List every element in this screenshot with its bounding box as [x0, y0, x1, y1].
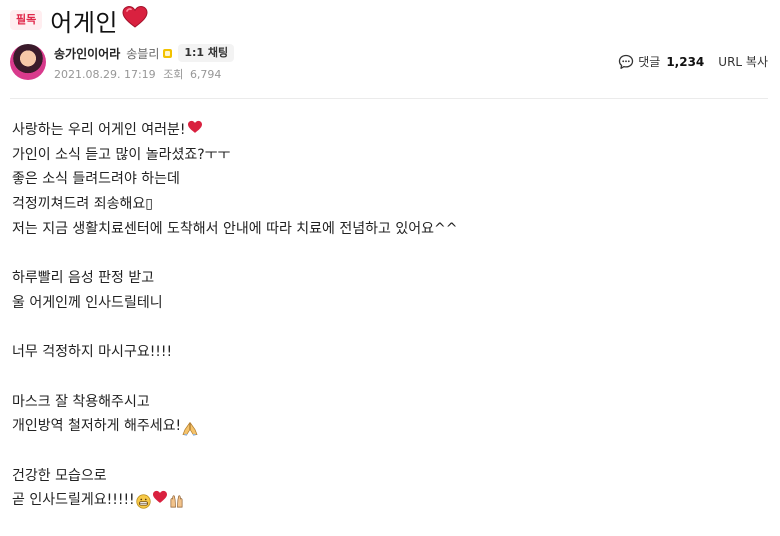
must-read-badge: 필독	[10, 10, 43, 30]
body-text: 하루빨리 음성 판정 받고	[12, 270, 155, 287]
body-line: 개인방역 철저하게 해주세요!	[12, 414, 752, 439]
url-copy-button[interactable]: URL 복사	[718, 53, 768, 70]
body-text: 좋은 소식 들려드려야 하는데	[12, 171, 180, 188]
body-text: 마스크 잘 착용해주시고	[12, 393, 150, 410]
author-name[interactable]: 송가인이어라	[54, 45, 120, 62]
avatar[interactable]	[10, 44, 46, 80]
raising-hands-icon	[169, 493, 184, 508]
post-title: 어게인	[50, 8, 118, 37]
body-line: 곧 인사드릴게요!!!!!	[12, 488, 752, 513]
author-grade: 송블리	[126, 46, 160, 61]
body-line: 하루빨리 음성 판정 받고	[12, 266, 752, 291]
body-line: 가인이 소식 듣고 많이 놀라셨죠?ㅜㅜ	[12, 143, 752, 168]
body-line: 울 어게인께 인사드릴테니	[12, 291, 752, 316]
post-meta: 2021.08.29. 17:19 조회 6,794	[54, 66, 234, 81]
body-text: 너무 걱정하지 마시구요!!!!	[12, 344, 173, 361]
author-line: 송가인이어라 송블리 1:1 채팅	[54, 43, 235, 63]
heart-icon	[187, 118, 203, 143]
grade-icon	[163, 48, 173, 58]
views-count: 6,794	[189, 68, 222, 81]
body-text: 건강한 모습으로	[12, 467, 107, 484]
chat-button[interactable]: 1:1 채팅	[178, 44, 235, 62]
body-text: 가인이 소식 듣고 많이 놀라셨죠?ㅜㅜ	[12, 146, 231, 163]
comment-count[interactable]: 1,234	[666, 55, 704, 69]
post-actions: 댓글 1,234 URL 복사	[618, 53, 768, 70]
body-line: 좋은 소식 들려드려야 하는데	[12, 167, 752, 192]
comment-icon[interactable]	[618, 54, 634, 70]
body-text: 걱정끼쳐드려 죄송해요▯	[12, 196, 153, 213]
body-text: 울 어게인께 인사드릴테니	[12, 294, 163, 311]
post-date: 2021.08.29. 17:19	[54, 68, 156, 81]
divider	[10, 98, 768, 99]
body-line: 건강한 모습으로	[12, 464, 752, 489]
body-text: 개인방역 철저하게 해주세요!	[12, 418, 182, 435]
author-info: 송가인이어라 송블리 1:1 채팅 2021.08.29. 17:19 조회 6…	[54, 43, 235, 81]
views-label: 조회	[163, 68, 184, 81]
post-title-row: 필독 어게인	[10, 2, 148, 38]
comment-label[interactable]: 댓글	[638, 53, 660, 70]
post-body: 사랑하는 우리 어게인 여러분! 가인이 소식 듣고 많이 놀라셨죠?ㅜㅜ 좋은…	[12, 118, 752, 513]
grinning-face-icon	[136, 493, 151, 509]
body-line: 사랑하는 우리 어게인 여러분!	[12, 118, 752, 143]
body-line: 저는 지금 생활치료센터에 도착해서 안내에 따라 치료에 전념하고 있어요^^	[12, 217, 752, 242]
heart-icon	[122, 5, 148, 33]
heart-icon	[152, 488, 168, 513]
body-text: 곧 인사드릴게요!!!!!	[12, 492, 135, 509]
body-line: 너무 걱정하지 마시구요!!!!	[12, 340, 752, 365]
body-line: 걱정끼쳐드려 죄송해요▯	[12, 192, 752, 217]
praying-hands-icon	[182, 420, 198, 436]
author-row: 송가인이어라 송블리 1:1 채팅 2021.08.29. 17:19 조회 6…	[10, 43, 768, 83]
body-line: 마스크 잘 착용해주시고	[12, 390, 752, 415]
body-text: 저는 지금 생활치료센터에 도착해서 안내에 따라 치료에 전념하고 있어요^^	[12, 220, 458, 237]
body-text: 사랑하는 우리 어게인 여러분!	[12, 122, 186, 138]
